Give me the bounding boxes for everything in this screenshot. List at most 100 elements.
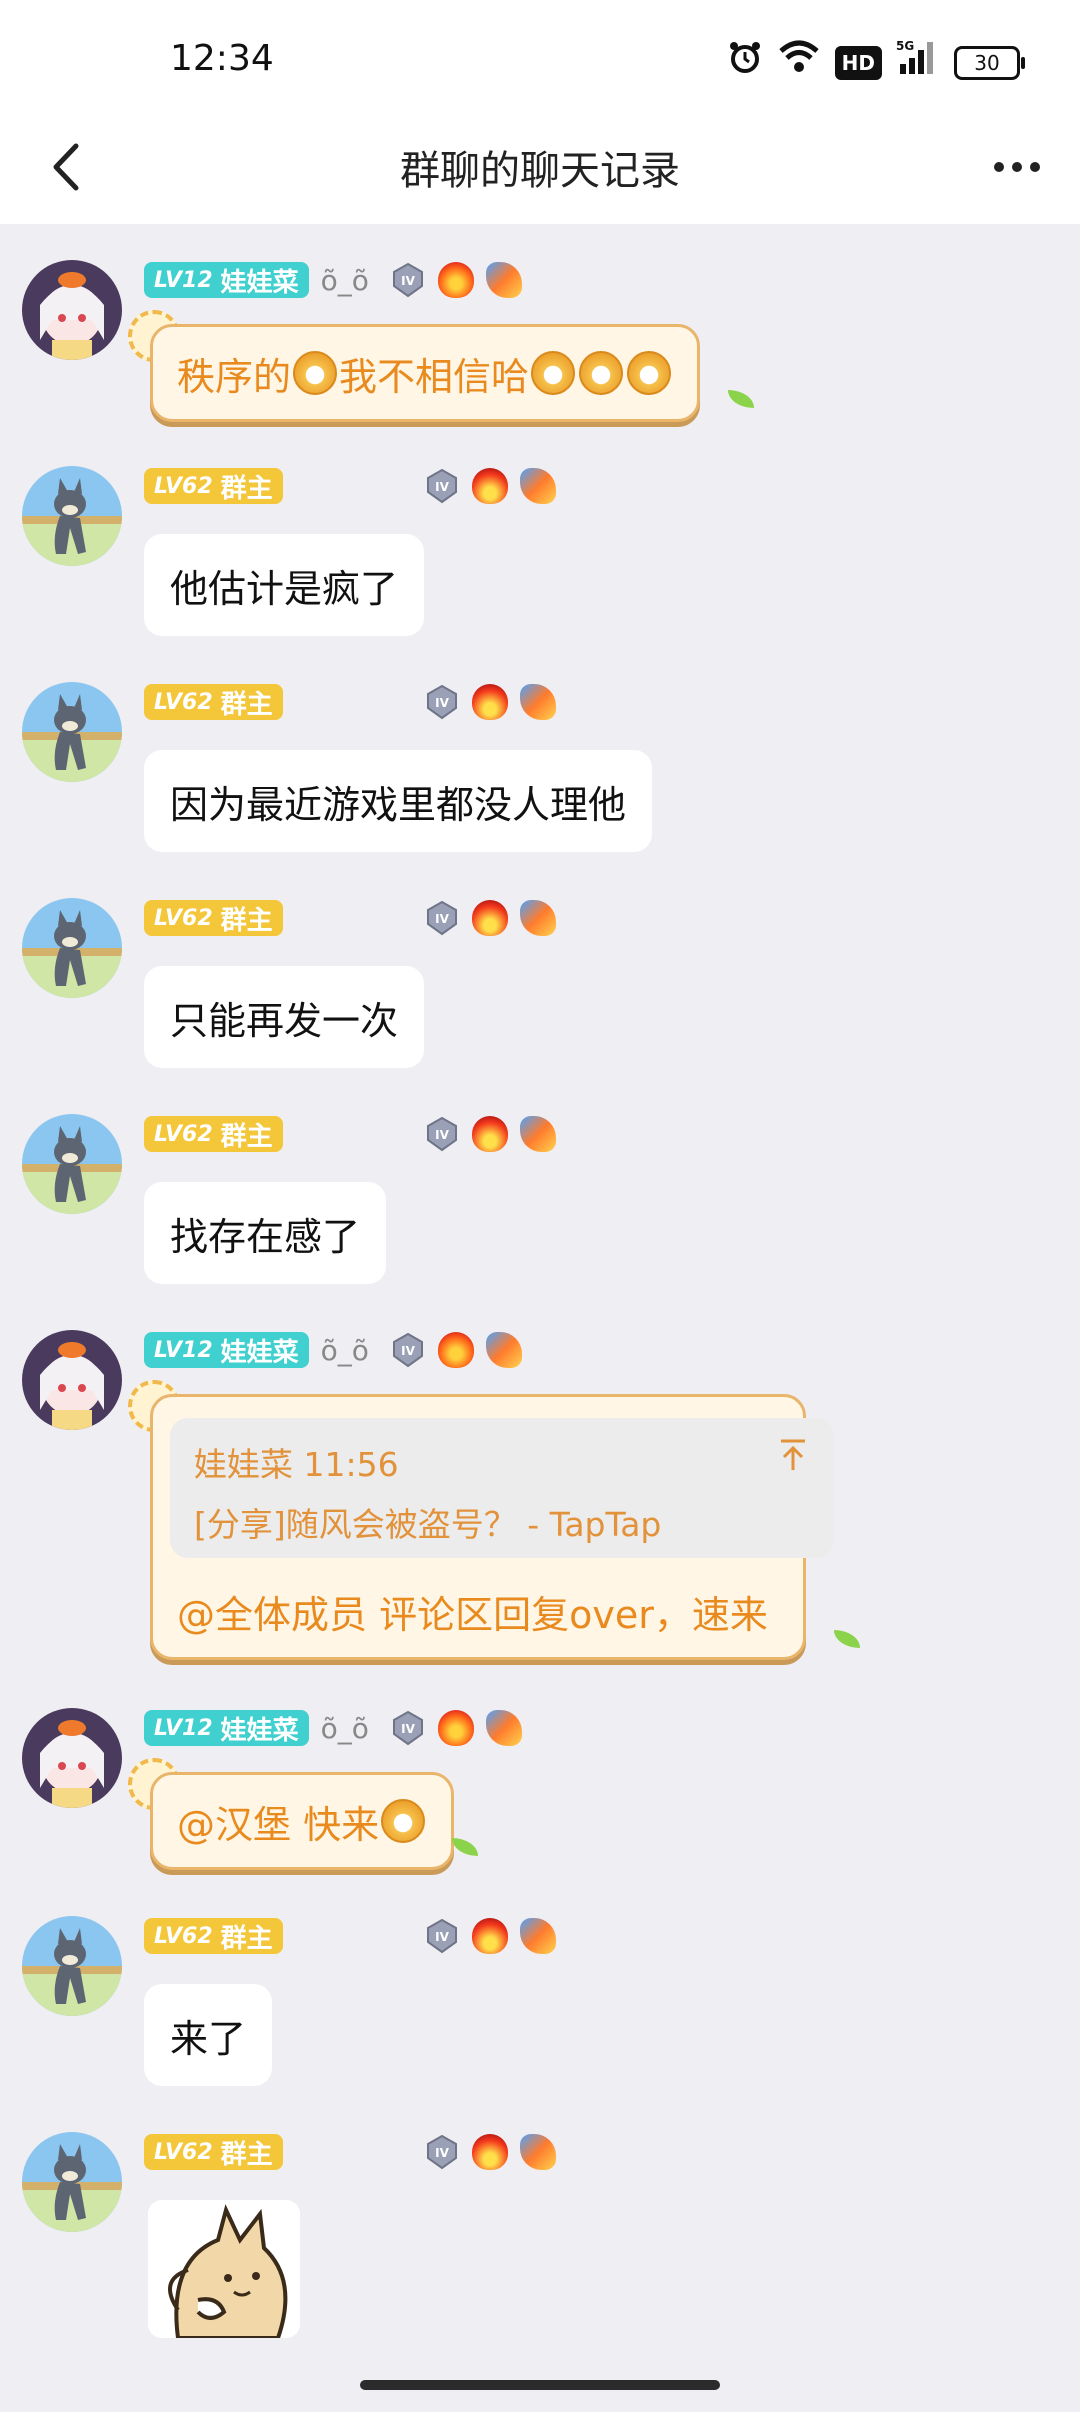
honor-icons xyxy=(424,1114,556,1154)
hd-icon: HD xyxy=(834,45,882,80)
fire-icon xyxy=(438,1332,474,1368)
sender-name: 娃娃菜 xyxy=(220,1715,299,1746)
fire-icon xyxy=(472,1918,508,1954)
signal-5g-icon: 5G xyxy=(896,38,940,87)
avatar[interactable] xyxy=(22,260,122,360)
honor-icons xyxy=(424,1916,556,1956)
quote-sender: 娃娃菜 11:56 xyxy=(194,1445,399,1484)
message-text: 来了 xyxy=(170,2016,247,2061)
medal-icon xyxy=(424,2134,460,2170)
jump-to-top-icon[interactable] xyxy=(778,1438,808,1480)
avatar[interactable] xyxy=(22,2132,122,2232)
avatar[interactable] xyxy=(22,1330,122,1430)
sender-name: 群主 xyxy=(220,1923,273,1954)
avatar[interactable] xyxy=(22,1114,122,1214)
sender-name: 群主 xyxy=(220,473,273,504)
message-bubble[interactable]: @汉堡 快来 xyxy=(150,1772,455,1870)
medal-icon xyxy=(390,1332,426,1368)
sender-name: 群主 xyxy=(220,2139,273,2170)
alarm-icon xyxy=(727,39,763,86)
shiba-emoji-icon xyxy=(293,351,338,395)
message-text: 只能再发一次 xyxy=(170,998,399,1043)
more-dots-icon xyxy=(994,162,1004,172)
kite-icon xyxy=(486,262,522,298)
level-text: LV12 xyxy=(154,267,213,293)
avatar[interactable] xyxy=(22,1916,122,2016)
message-bubble[interactable]: 秩序的 我不相信哈 xyxy=(150,324,701,422)
level-badge: LV62 群主 xyxy=(144,684,283,720)
page-title: 群聊的聊天记录 xyxy=(400,148,680,194)
message-bubble[interactable]: 找存在感了 xyxy=(144,1182,387,1284)
sender-tag: õ_õ xyxy=(320,1333,369,1367)
medal-icon xyxy=(390,1710,426,1746)
home-indicator[interactable] xyxy=(360,2380,720,2390)
sender-name: 群主 xyxy=(220,689,273,720)
sender-row: LV62 群主 xyxy=(144,466,283,506)
fire-icon xyxy=(438,262,474,298)
kite-icon xyxy=(520,900,556,936)
sender-row: LV62 群主 xyxy=(144,2132,283,2172)
nav-bar: 群聊的聊天记录 xyxy=(0,110,1080,224)
level-text: LV62 xyxy=(154,473,213,499)
avatar[interactable] xyxy=(22,898,122,998)
level-badge: LV12 娃娃菜 xyxy=(144,1710,309,1746)
message-text: 因为最近游戏里都没人理他 xyxy=(170,782,627,827)
shiba-emoji-icon xyxy=(579,351,624,395)
level-text: LV62 xyxy=(154,1121,213,1147)
sender-row: LV12 娃娃菜 õ_õ xyxy=(144,260,369,300)
quoted-message[interactable]: 娃娃菜 11:56 [分享]随风会被盗号？ - TapTap xyxy=(170,1418,834,1558)
medal-icon xyxy=(424,468,460,504)
level-badge: LV62 群主 xyxy=(144,2134,283,2170)
more-button[interactable] xyxy=(982,132,1052,202)
kite-icon xyxy=(520,684,556,720)
sender-name: 娃娃菜 xyxy=(220,1337,299,1368)
leaf-decoration-icon xyxy=(728,390,754,408)
level-text: LV62 xyxy=(154,905,213,931)
kite-icon xyxy=(486,1332,522,1368)
kite-icon xyxy=(520,1116,556,1152)
honor-icons xyxy=(424,682,556,722)
kite-icon xyxy=(520,2134,556,2170)
level-badge: LV12 娃娃菜 xyxy=(144,1332,309,1368)
leaf-decoration-icon xyxy=(834,1630,860,1648)
message-bubble[interactable]: 因为最近游戏里都没人理他 xyxy=(144,750,653,852)
sender-name: 娃娃菜 xyxy=(220,267,299,298)
shiba-sticker[interactable] xyxy=(148,2200,300,2338)
message-text: @全体成员 评论区回复over，速来 xyxy=(177,1593,768,1637)
sender-row: LV12 娃娃菜 õ_õ xyxy=(144,1708,369,1748)
sender-row: LV62 群主 xyxy=(144,898,283,938)
message-bubble[interactable]: 只能再发一次 xyxy=(144,966,425,1068)
message-text: 他估计是疯了 xyxy=(170,566,399,611)
fire-icon xyxy=(472,1116,508,1152)
wifi-icon xyxy=(777,39,821,86)
message-text: @汉堡 快来 xyxy=(177,1802,380,1847)
honor-icons xyxy=(390,260,522,300)
medal-icon xyxy=(424,900,460,936)
avatar[interactable] xyxy=(22,466,122,566)
honor-icons xyxy=(424,2132,556,2172)
more-dot xyxy=(1030,162,1040,172)
sender-row: LV62 群主 xyxy=(144,1114,283,1154)
level-badge: LV62 群主 xyxy=(144,1116,283,1152)
kite-icon xyxy=(520,1918,556,1954)
leaf-decoration-icon xyxy=(452,1838,478,1856)
fire-icon xyxy=(472,468,508,504)
message-bubble[interactable]: 他估计是疯了 xyxy=(144,534,425,636)
status-bar: 12:34 HD 5G 30 xyxy=(0,0,1080,110)
message-text: 找存在感了 xyxy=(170,1214,361,1259)
message-bubble[interactable]: 来了 xyxy=(144,1984,273,2086)
sender-row: LV12 娃娃菜 õ_õ xyxy=(144,1330,369,1370)
sender-tag: õ_õ xyxy=(320,263,369,297)
honor-icons xyxy=(390,1330,522,1370)
level-text: LV62 xyxy=(154,2139,213,2165)
battery-icon: 30 xyxy=(954,45,1025,80)
shiba-emoji-icon xyxy=(627,351,672,395)
avatar[interactable] xyxy=(22,682,122,782)
shiba-emoji-icon xyxy=(381,1799,426,1843)
fire-icon xyxy=(472,900,508,936)
message-text: 秩序的 xyxy=(177,354,292,399)
avatar[interactable] xyxy=(22,1708,122,1808)
level-text: LV62 xyxy=(154,689,213,715)
quote-text: [分享]随风会被盗号？ - TapTap xyxy=(194,1505,662,1544)
more-dot xyxy=(1012,162,1022,172)
